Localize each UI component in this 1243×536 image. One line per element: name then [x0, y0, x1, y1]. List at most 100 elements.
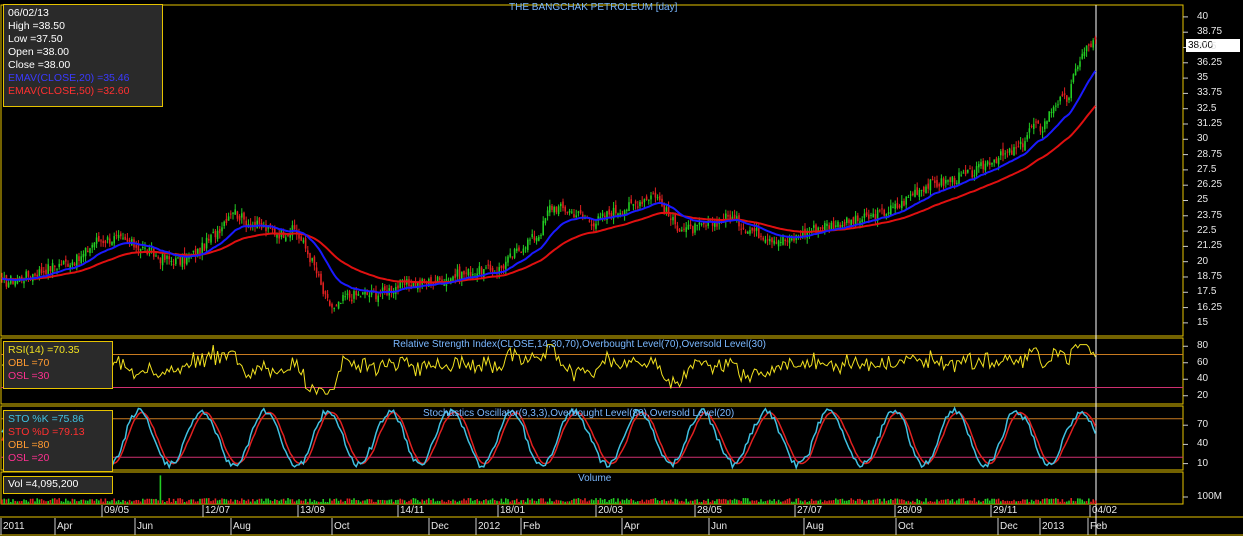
volume-bar	[639, 501, 641, 504]
volume-bar	[76, 501, 78, 504]
volume-bar	[771, 500, 773, 504]
price-tick-label: 37.5	[1197, 41, 1217, 53]
volume-bar	[738, 500, 740, 504]
candle-body	[1085, 45, 1088, 52]
volume-bar	[817, 500, 819, 504]
volume-bar	[126, 501, 129, 504]
volume-bar	[832, 500, 835, 504]
candle-body	[348, 291, 351, 298]
volume-bar	[318, 501, 320, 504]
volume-bar	[223, 498, 225, 504]
volume-bar	[170, 501, 173, 504]
volume-bar	[227, 500, 230, 504]
candle-body	[1061, 94, 1064, 97]
volume-bar	[718, 498, 720, 504]
candle-body	[975, 166, 978, 175]
candle-body	[458, 266, 461, 280]
volume-bar	[463, 498, 465, 504]
candle-body	[916, 187, 918, 195]
candle-body	[656, 197, 659, 199]
volume-bar	[641, 499, 643, 504]
candle-body	[560, 203, 562, 207]
info-close: Close =38.00	[8, 59, 71, 71]
volume-bar	[208, 498, 210, 504]
volume-bar	[124, 500, 126, 504]
candle-body	[509, 253, 511, 257]
price-tick-label: 33.75	[1197, 87, 1223, 99]
candle-body	[513, 249, 516, 258]
volume-bar	[381, 499, 384, 504]
volume-bar	[133, 500, 135, 504]
volume-bar	[1092, 499, 1094, 504]
volume-bar	[71, 498, 74, 504]
candle-body	[969, 168, 971, 170]
candle-body	[1070, 84, 1072, 99]
volume-bar	[837, 499, 839, 504]
candle-body	[542, 220, 544, 236]
x-month-label: Oct	[898, 521, 914, 532]
volume-bar	[329, 498, 331, 504]
volume-bar	[914, 501, 916, 504]
volume-bar	[428, 498, 430, 504]
volume-bar	[362, 500, 364, 504]
volume-bar	[100, 498, 102, 504]
x-date-label: 29/11	[993, 505, 1018, 516]
volume-bar	[135, 499, 137, 504]
x-month-label: Dec	[1000, 521, 1018, 532]
volume-bar	[32, 498, 34, 504]
volume-bar	[392, 501, 395, 504]
volume-bar	[584, 498, 586, 504]
volume-bar	[445, 501, 448, 504]
volume-bar	[1044, 498, 1046, 504]
candle-body	[909, 194, 912, 196]
volume-bar	[302, 500, 305, 504]
volume-bar	[368, 499, 371, 504]
volume-bar	[835, 498, 837, 504]
volume-bar	[659, 501, 661, 504]
candle-body	[667, 205, 670, 217]
volume-bar	[590, 499, 593, 504]
candle-body	[1050, 111, 1053, 113]
volume-bar	[923, 501, 925, 504]
volume-bar	[386, 500, 388, 504]
candle-body	[938, 183, 940, 187]
candle-body	[155, 255, 157, 257]
volume-bar	[489, 499, 492, 504]
volume-bar	[993, 498, 995, 504]
volume-bar	[986, 498, 989, 504]
candle-body	[82, 254, 85, 258]
volume-bar	[821, 501, 824, 504]
volume-bar	[799, 500, 802, 504]
candle-body	[896, 203, 899, 208]
volume-bar	[606, 501, 608, 504]
volume-bar	[263, 501, 265, 504]
ema50-line	[1, 105, 1097, 284]
price-tick-label: 26.25	[1197, 179, 1223, 191]
x-date-label: 27/07	[797, 505, 823, 516]
candle-body	[766, 239, 769, 241]
candle-body	[777, 240, 780, 247]
volume-bar	[324, 501, 327, 504]
volume-bar	[430, 500, 432, 504]
candle-body	[362, 292, 364, 295]
volume-bar	[293, 501, 296, 504]
candle-body	[353, 291, 355, 299]
candle-body	[901, 200, 903, 209]
sto-d-line	[1, 411, 1097, 465]
volume-bar	[859, 498, 861, 504]
volume-bar	[91, 499, 93, 504]
candle-body	[384, 286, 386, 291]
volume-bar	[678, 501, 681, 504]
candle-body	[698, 222, 701, 225]
volume-bar	[265, 498, 267, 504]
candle-body	[991, 162, 993, 165]
candle-body	[502, 265, 505, 269]
candle-body	[164, 254, 166, 260]
candle-body	[989, 162, 991, 166]
candle-body	[157, 257, 159, 259]
candle-body	[758, 228, 760, 239]
candle-body	[324, 291, 327, 295]
candle-body	[331, 303, 333, 308]
volume-bar	[93, 500, 96, 504]
candle-body	[258, 217, 261, 225]
